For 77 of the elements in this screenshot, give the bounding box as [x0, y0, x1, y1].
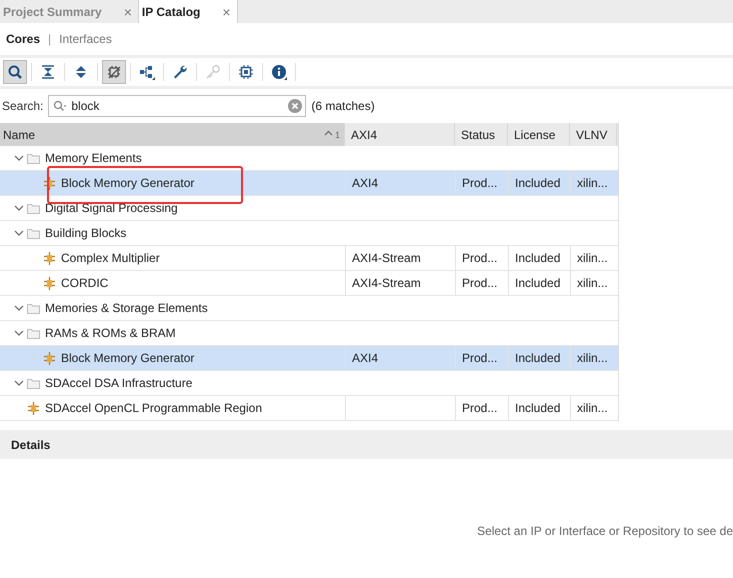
- ip-core-icon: [27, 402, 40, 414]
- close-button[interactable]: ×: [222, 4, 231, 20]
- search-icon: [7, 64, 23, 80]
- toolbar-button[interactable]: [3, 60, 27, 84]
- close-button[interactable]: ×: [124, 4, 132, 20]
- collapse-all-icon: [40, 64, 56, 80]
- table-cell: xilin...: [570, 171, 617, 195]
- table-cell: Included: [508, 171, 570, 195]
- ip-name: Block Memory Generator: [61, 351, 194, 365]
- table-cell: Prod...: [455, 271, 508, 295]
- hierarchy-icon: [139, 64, 155, 80]
- chip-filter-icon: [106, 64, 122, 80]
- column-header[interactable]: Status: [455, 123, 508, 146]
- column-header[interactable]: VLNV: [570, 123, 617, 146]
- folder-icon: [27, 328, 40, 338]
- folder-icon: [27, 228, 40, 238]
- table-cell: Included: [508, 271, 570, 295]
- search-field[interactable]: block: [48, 95, 306, 117]
- category-label: Digital Signal Processing: [45, 201, 178, 215]
- table-cell: Prod...: [455, 246, 508, 270]
- table-cell: AXI4-Stream: [345, 246, 455, 270]
- chip-icon: [238, 64, 254, 80]
- table-cell: xilin...: [570, 396, 617, 420]
- table-cell: xilin...: [570, 246, 617, 270]
- folder-icon: [27, 302, 40, 314]
- ip-name: Block Memory Generator: [61, 176, 194, 190]
- separator: |: [48, 32, 52, 46]
- table-row[interactable]: Block Memory Generator AXI4 Prod... Included xilin...: [0, 171, 618, 196]
- details-header: Details: [0, 430, 733, 459]
- view-tab[interactable]: Interfaces: [59, 32, 112, 46]
- table-row[interactable]: Block Memory Generator AXI4 Prod... Included xilin...: [0, 346, 618, 371]
- folder-icon: [27, 378, 40, 388]
- ip-name: SDAccel OpenCL Programmable Region: [45, 401, 262, 415]
- folder-icon: [27, 152, 40, 164]
- table-cell: Prod...: [455, 171, 508, 195]
- table-cell: Included: [508, 246, 570, 270]
- sort-up-icon: [324, 130, 333, 136]
- ip-core-icon: [43, 252, 56, 264]
- column-header[interactable]: License: [508, 123, 570, 146]
- wrench-icon: [172, 64, 188, 80]
- table-cell: xilin...: [570, 271, 617, 295]
- ip-name: CORDIC: [61, 276, 108, 290]
- table-row[interactable]: CORDIC AXI4-Stream Prod... Included xilin...: [0, 271, 618, 296]
- ip-core-icon: [43, 352, 56, 364]
- header-label: Name: [3, 128, 36, 142]
- category-label: SDAccel DSA Infrastructure: [45, 376, 192, 390]
- ip-core-icon: [43, 176, 56, 190]
- search-icon: [53, 100, 68, 112]
- category-label: Memory Elements: [45, 151, 142, 165]
- ip-name: Complex Multiplier: [61, 251, 160, 265]
- table-cell: xilin...: [570, 346, 617, 370]
- table-cell: AXI4: [345, 346, 455, 370]
- ip-core-icon: [43, 276, 56, 290]
- category-label: Building Blocks: [45, 226, 126, 240]
- details-message: Select an IP or Interface or Repository to see de: [477, 524, 733, 538]
- folder-icon: [27, 202, 40, 214]
- table-cell: Prod...: [455, 346, 508, 370]
- table-cell: Included: [508, 346, 570, 370]
- table-cell: AXI4: [345, 171, 455, 195]
- match-count: (6 matches): [311, 99, 375, 113]
- tab[interactable]: IP Catalog ×: [138, 0, 238, 23]
- table-cell: AXI4-Stream: [345, 271, 455, 295]
- category-label: Memories & Storage Elements: [45, 301, 208, 315]
- table-cell: Prod...: [455, 396, 508, 420]
- table-cell: Included: [508, 396, 570, 420]
- table-row[interactable]: SDAccel OpenCL Programmable Region Prod... Included xilin...: [0, 396, 618, 421]
- view-tab[interactable]: Cores: [6, 32, 40, 46]
- table-row[interactable]: Complex Multiplier AXI4-Stream Prod... Included xilin...: [0, 246, 618, 271]
- column-header[interactable]: AXI4: [345, 123, 455, 146]
- key-icon: [205, 64, 221, 80]
- toolbar-button[interactable]: [102, 60, 126, 84]
- info-icon: [271, 64, 287, 80]
- clear-icon: [288, 99, 302, 113]
- sort-order: 1: [334, 130, 340, 140]
- category-label: RAMs & ROMs & BRAM: [45, 326, 176, 340]
- column-header[interactable]: Name 1: [0, 123, 345, 146]
- search-label: Search:: [2, 99, 44, 113]
